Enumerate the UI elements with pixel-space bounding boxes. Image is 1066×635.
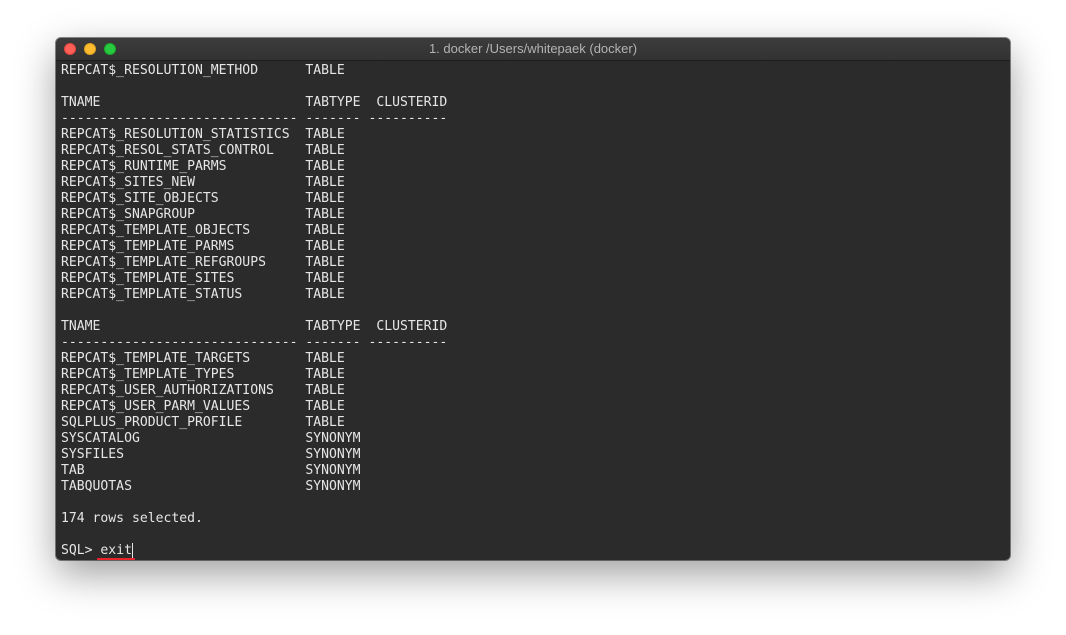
window-title: 1. docker /Users/whitepaek (docker) [428,41,638,56]
terminal-line: REPCAT$_RESOLUTION_STATISTICS TABLE [61,127,345,142]
terminal-line: REPCAT$_SITE_OBJECTS TABLE [61,191,345,206]
terminal-output[interactable]: REPCAT$_RESOLUTION_METHOD TABLE TNAME TAB… [61,63,1010,560]
command-prompt-line[interactable]: SQL> exit [61,543,1010,560]
terminal-line: REPCAT$_TEMPLATE_SITES TABLE [61,271,345,286]
command-text: exit [100,543,132,558]
terminal-line: TABQUOTAS SYNONYM [61,479,361,494]
terminal-line: REPCAT$_TEMPLATE_PARMS TABLE [61,239,345,254]
terminal-line: ------------------------------ ------- -… [61,111,448,126]
terminal-line: REPCAT$_RESOL_STATS_CONTROL TABLE [61,143,345,158]
terminal-line: REPCAT$_TEMPLATE_TARGETS TABLE [61,351,345,366]
terminal-line: REPCAT$_RUNTIME_PARMS TABLE [61,159,345,174]
command-input[interactable]: exit [97,543,135,560]
terminal-line: ------------------------------ ------- -… [61,335,448,350]
terminal-line: REPCAT$_TEMPLATE_REFGROUPS TABLE [61,255,345,270]
sql-prompt: SQL> [61,543,101,558]
terminal-line: SYSFILES SYNONYM [61,447,361,462]
output-lines: REPCAT$_RESOLUTION_METHOD TABLE TNAME TAB… [61,63,1010,543]
terminal-line: TNAME TABTYPE CLUSTERID [61,319,448,334]
terminal-line: REPCAT$_TEMPLATE_OBJECTS TABLE [61,223,345,238]
title-bar[interactable]: 1. docker /Users/whitepaek (docker) [56,38,1010,61]
terminal-line: REPCAT$_TEMPLATE_STATUS TABLE [61,287,345,302]
terminal-line: TNAME TABTYPE CLUSTERID [61,95,448,110]
terminal-line: REPCAT$_SNAPGROUP TABLE [61,207,345,222]
terminal-line: REPCAT$_USER_PARM_VALUES TABLE [61,399,345,414]
terminal-line: SYSCATALOG SYNONYM [61,431,361,446]
terminal-line: REPCAT$_USER_AUTHORIZATIONS TABLE [61,383,345,398]
terminal-line: TAB SYNONYM [61,463,361,478]
text-cursor [131,543,133,558]
terminal-window: 1. docker /Users/whitepaek (docker) REPC… [56,38,1010,560]
terminal-line: REPCAT$_RESOLUTION_METHOD TABLE [61,63,345,78]
spellcheck-underline [97,558,135,560]
terminal-line: REPCAT$_SITES_NEW TABLE [61,175,345,190]
terminal-line: 174 rows selected. [61,511,203,526]
terminal-line: REPCAT$_TEMPLATE_TYPES TABLE [61,367,345,382]
terminal-line: SQLPLUS_PRODUCT_PROFILE TABLE [61,415,345,430]
